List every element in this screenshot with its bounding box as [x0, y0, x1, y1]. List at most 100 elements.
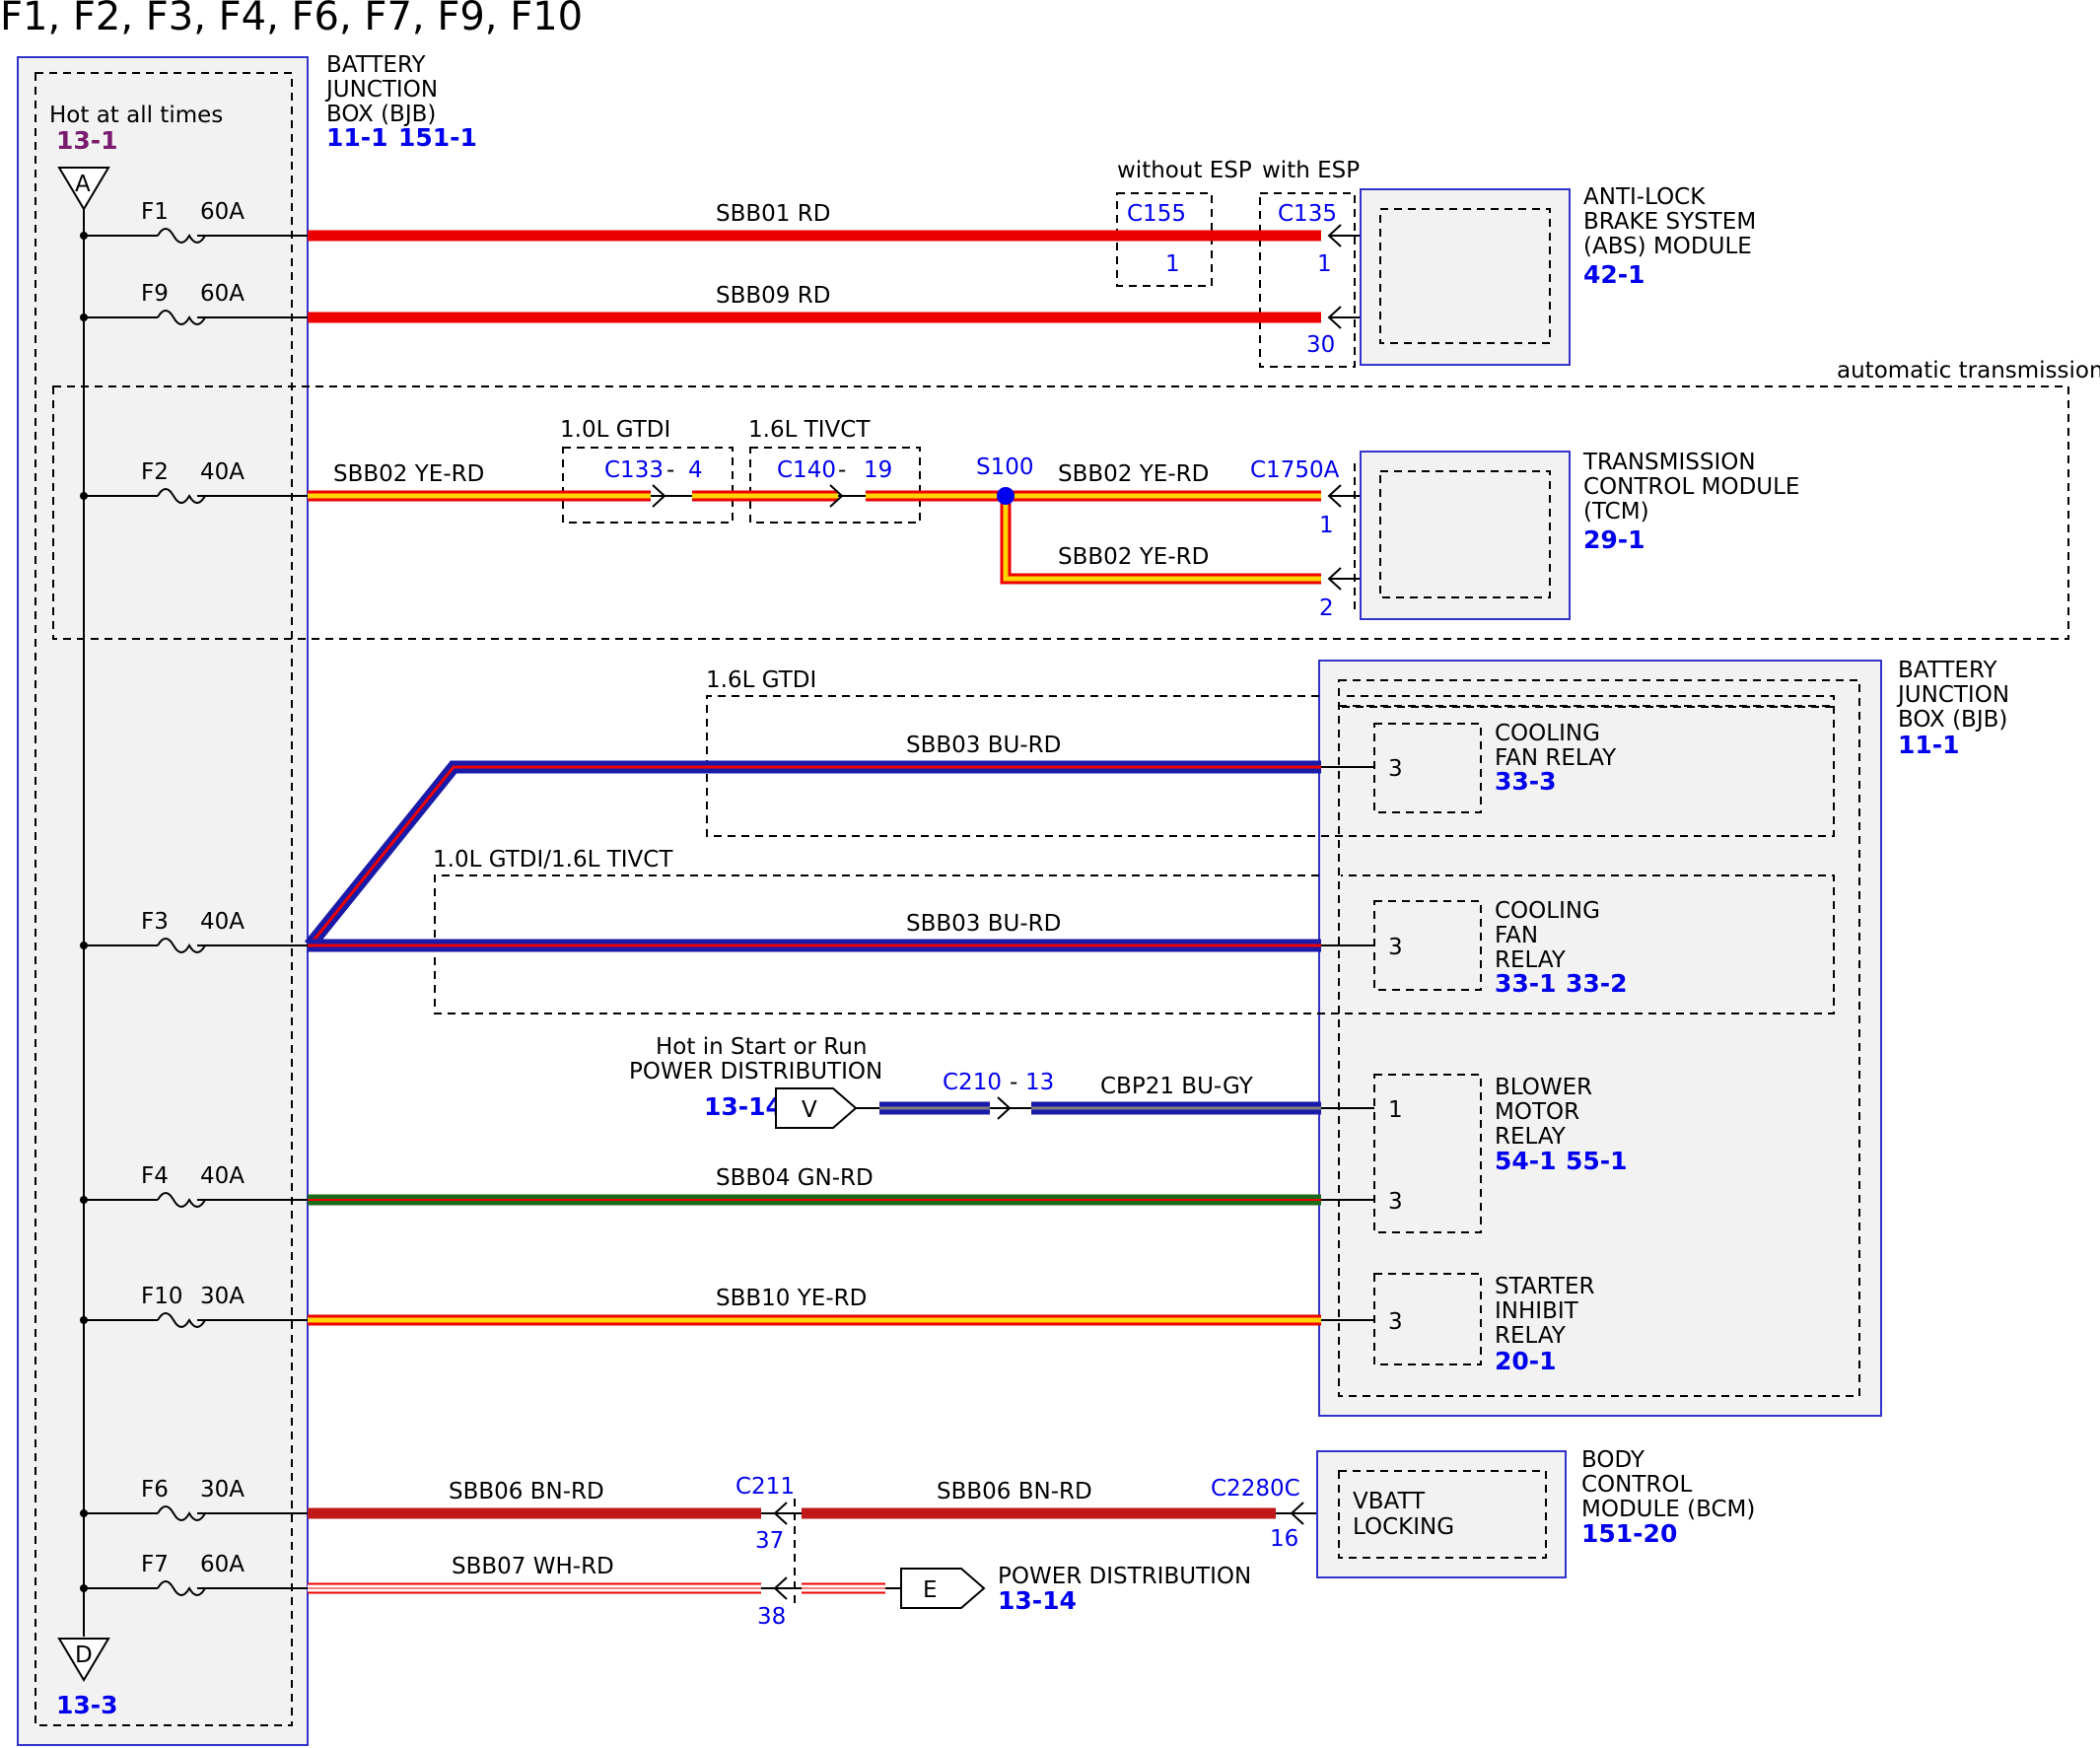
- wire-sbb03-lower: SBB03 BU-RD: [308, 911, 1321, 952]
- svg-text:F3: F3: [141, 909, 169, 935]
- svg-text:60A: 60A: [200, 1552, 245, 1577]
- starter-relay-name-2: INHIBIT: [1495, 1298, 1579, 1324]
- svg-text:F7: F7: [141, 1552, 169, 1577]
- cooling-fan-relay-name-1: COOLING: [1495, 721, 1600, 746]
- bjb-left-name-1: BATTERY: [326, 52, 426, 78]
- c135-pin-1: 1: [1317, 251, 1332, 277]
- svg-text:-: -: [838, 457, 846, 483]
- splice-s100-icon: [997, 487, 1015, 505]
- automatic-transmission-region: [52, 385, 2069, 640]
- bcm-inner-1: VBATT: [1353, 1489, 1426, 1514]
- svg-text:SBB06 BN-RD: SBB06 BN-RD: [937, 1479, 1092, 1504]
- svg-text:F2: F2: [141, 459, 169, 485]
- svg-text:SBB02 YE-RD: SBB02 YE-RD: [1058, 544, 1209, 570]
- wire-sbb09: SBB09 RD: [308, 283, 1321, 323]
- connector-d-label: D: [75, 1643, 93, 1668]
- svg-text:SBB02 YE-RD: SBB02 YE-RD: [1058, 461, 1209, 487]
- connector-a-label: A: [75, 172, 91, 197]
- svg-text:F9: F9: [141, 281, 169, 307]
- tcm-name-3: (TCM): [1583, 499, 1649, 524]
- tcm-pin-1: 1: [1319, 513, 1334, 538]
- bjb-right-ref: 11-1: [1898, 731, 1960, 759]
- c135-label: C135: [1278, 201, 1337, 227]
- cooling-fan-relay2-ref-2: 33-2: [1566, 969, 1628, 998]
- blower-relay-name-1: BLOWER: [1495, 1075, 1592, 1100]
- tcm-ref: 29-1: [1583, 525, 1645, 554]
- cooling-fan-relay2-pin: 3: [1388, 935, 1403, 960]
- starter-relay-name-1: STARTER: [1495, 1274, 1594, 1299]
- tcm-pin-2: 2: [1319, 595, 1334, 621]
- svg-text:30A: 30A: [200, 1477, 245, 1503]
- power-v-label-2: POWER DISTRIBUTION: [629, 1059, 882, 1084]
- starter-relay-pin: 3: [1388, 1309, 1403, 1335]
- c211-label: C211: [735, 1474, 795, 1500]
- svg-text:SBB02 YE-RD: SBB02 YE-RD: [333, 461, 484, 487]
- power-v-ref: 13-14: [704, 1092, 783, 1121]
- hot-at-all-times-label: Hot at all times: [49, 103, 223, 128]
- c140-label: C140: [777, 457, 836, 483]
- bjb-right-name-1: BATTERY: [1898, 658, 1997, 683]
- svg-text:SBB03 BU-RD: SBB03 BU-RD: [906, 911, 1061, 937]
- wire-sbb07: SBB07 WH-RD: [308, 1554, 885, 1594]
- wire-sbb06-left: SBB06 BN-RD: [308, 1479, 761, 1519]
- svg-text:40A: 40A: [200, 1163, 245, 1189]
- blower-relay-pin-1: 1: [1388, 1097, 1403, 1123]
- wiring-diagram: F1, F2, F3, F4, F6, F7, F9, F10 BATTERY …: [0, 0, 2100, 1746]
- abs-ref: 42-1: [1583, 260, 1645, 289]
- svg-text:SBB06 BN-RD: SBB06 BN-RD: [449, 1479, 604, 1504]
- power-v-label-1: Hot in Start or Run: [656, 1034, 867, 1060]
- bjb-left-ref-2: 151-1: [398, 123, 477, 152]
- svg-text:SBB09 RD: SBB09 RD: [716, 283, 830, 309]
- abs-option-with-esp: with ESP: [1262, 158, 1360, 183]
- starter-relay-ref: 20-1: [1495, 1347, 1557, 1375]
- abs-module-box: [1360, 188, 1571, 366]
- abs-name-3: (ABS) MODULE: [1583, 234, 1752, 259]
- svg-text:-: -: [666, 457, 674, 483]
- connector-e-icon: [900, 1568, 986, 1609]
- bcm-pin-16: 16: [1270, 1526, 1298, 1552]
- svg-text:SBB04 GN-RD: SBB04 GN-RD: [716, 1165, 874, 1191]
- svg-text:F6: F6: [141, 1477, 169, 1503]
- cooling-fan-relay2-ref-1: 33-1: [1495, 969, 1557, 998]
- c140-pin: 19: [864, 457, 892, 483]
- cooling-fan-relay-ref: 33-3: [1495, 767, 1557, 796]
- power-e-ref: 13-14: [998, 1586, 1077, 1615]
- abs-name-2: BRAKE SYSTEM: [1583, 209, 1756, 235]
- svg-text:40A: 40A: [200, 459, 245, 485]
- abs-option-without-esp: without ESP: [1117, 158, 1252, 183]
- svg-text:F10: F10: [141, 1284, 183, 1309]
- c133-label: C133: [604, 457, 664, 483]
- cooling-fan-relay2-name-2: FAN: [1495, 923, 1538, 948]
- bjb-left-name-2: JUNCTION: [324, 77, 438, 103]
- svg-text:CBP21 BU-GY: CBP21 BU-GY: [1100, 1074, 1254, 1099]
- tcm-name-2: CONTROL MODULE: [1583, 474, 1799, 500]
- c133-pin: 4: [688, 457, 703, 483]
- bjb-right-name-3: BOX (BJB): [1898, 707, 2007, 733]
- c135-pin-30: 30: [1306, 332, 1335, 358]
- svg-text:60A: 60A: [200, 199, 245, 225]
- c155-label: C155: [1127, 201, 1186, 227]
- c211-pin-37: 37: [755, 1528, 784, 1554]
- connector-e-label: E: [923, 1577, 938, 1603]
- c211-pin-38: 38: [757, 1604, 786, 1630]
- bcm-name-2: CONTROL: [1581, 1472, 1693, 1498]
- hot-ref: 13-1: [56, 126, 118, 155]
- blower-relay-ref-1: 54-1: [1495, 1147, 1557, 1175]
- tcm-option-2: 1.6L TIVCT: [748, 417, 871, 443]
- bcm-ref: 151-20: [1581, 1519, 1677, 1548]
- abs-name-1: ANTI-LOCK: [1583, 184, 1706, 210]
- connector-v-label: V: [802, 1097, 817, 1123]
- tcm-module-box: [1360, 451, 1571, 620]
- tivct-option-label: 1.0L GTDI/1.6L TIVCT: [433, 847, 673, 873]
- bjb-left-ref-1: 11-1: [326, 123, 388, 152]
- blower-relay-pin-3: 3: [1388, 1189, 1403, 1215]
- c155-pin: 1: [1165, 251, 1180, 277]
- wire-sbb02-branch: SBB02 YE-RD: [1000, 496, 1321, 585]
- wire-sbb03-upper: SBB03 BU-RD: [304, 733, 1321, 950]
- bjb-right-name-2: JUNCTION: [1896, 682, 2009, 708]
- page-title: F1, F2, F3, F4, F6, F7, F9, F10: [0, 0, 583, 39]
- c1750a-label: C1750A: [1250, 457, 1340, 483]
- blower-relay-name-2: MOTOR: [1495, 1099, 1579, 1125]
- splice-s100-label: S100: [976, 454, 1034, 480]
- c210-label: C210: [943, 1070, 1002, 1095]
